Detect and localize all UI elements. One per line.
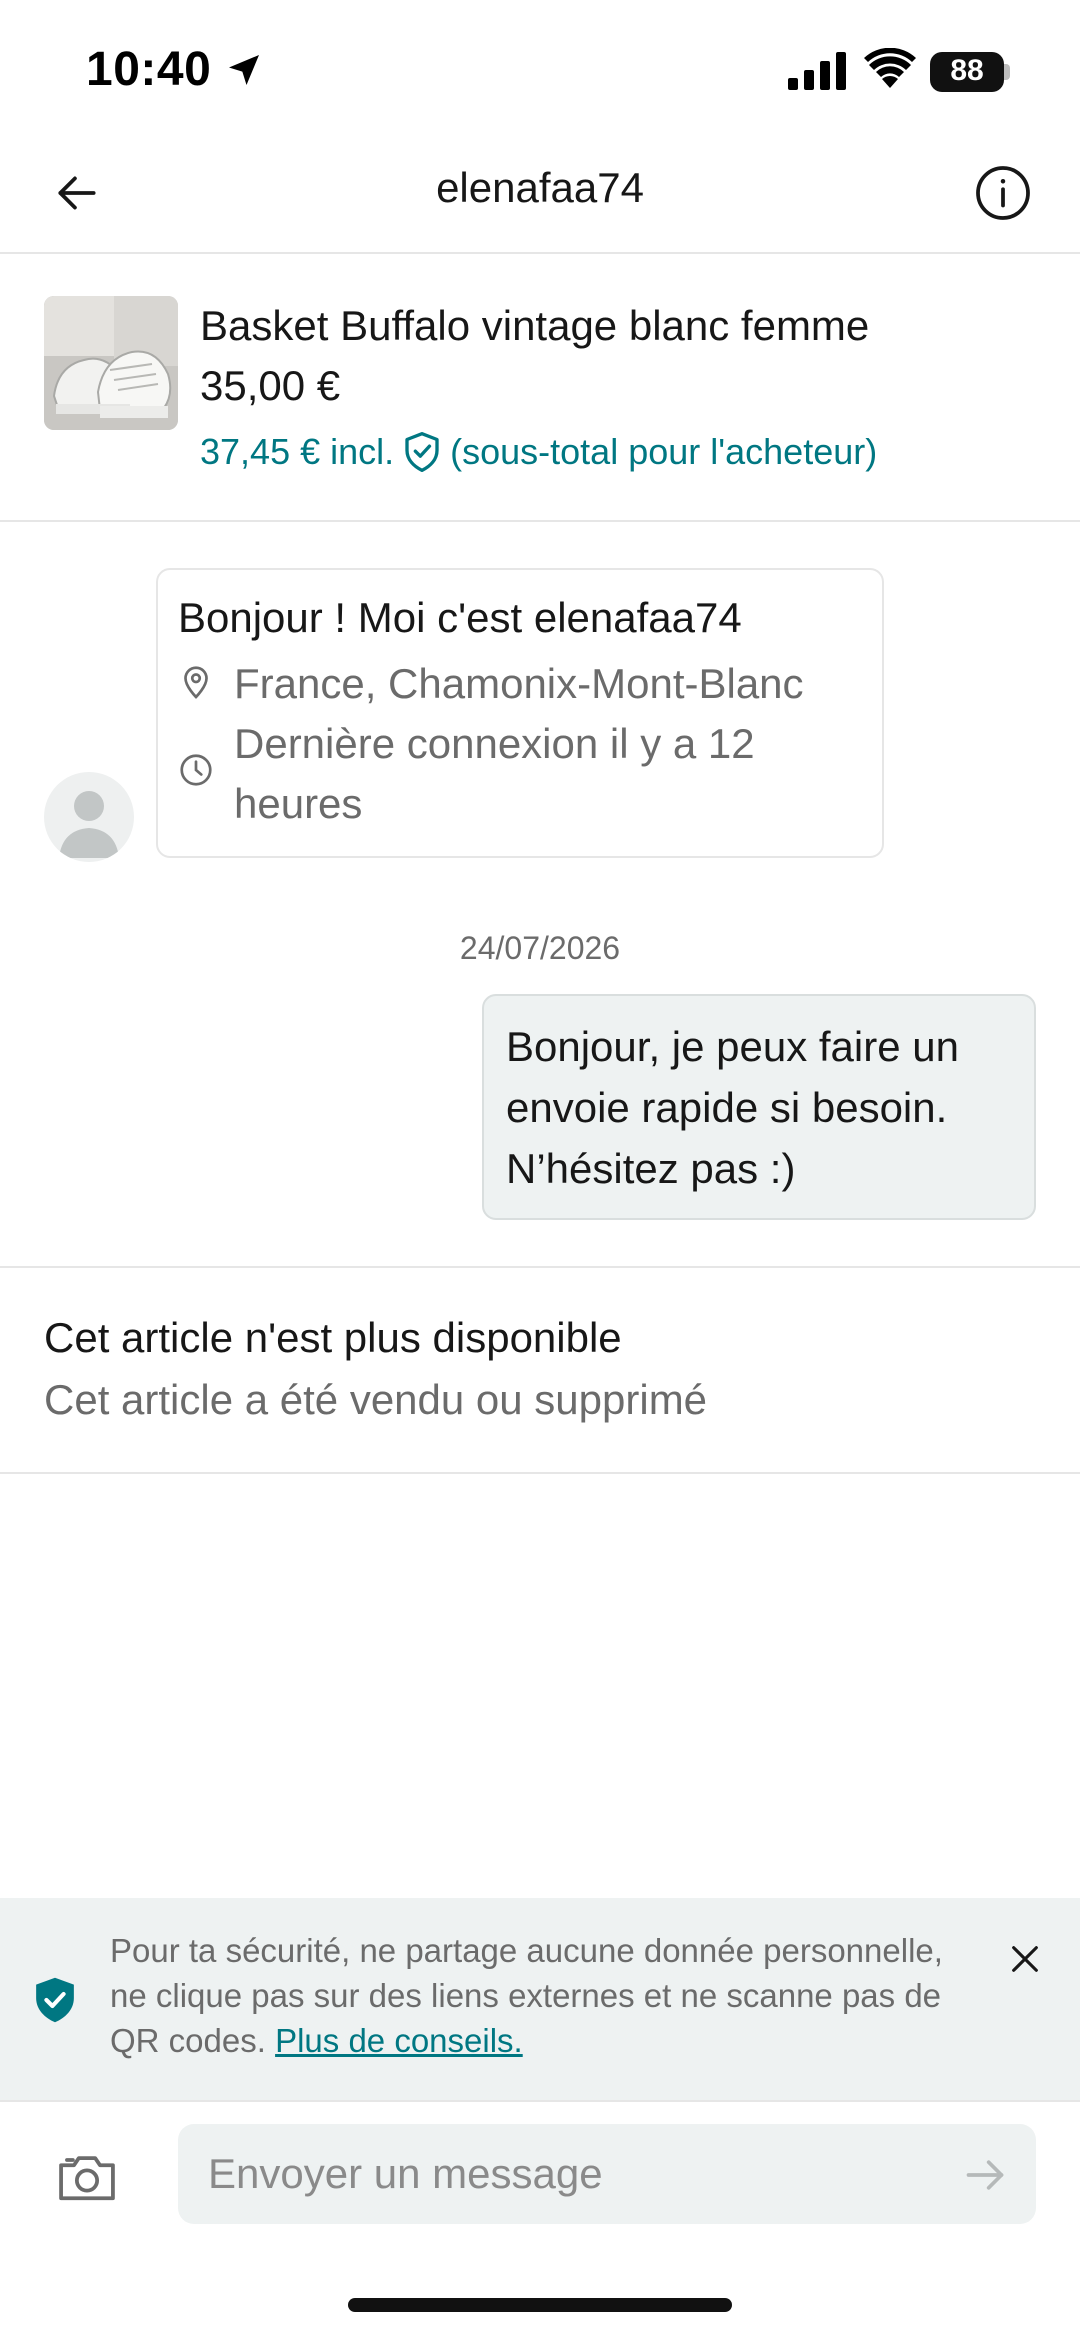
item-summary[interactable]: Basket Buffalo vintage blanc femme 35,00… <box>0 256 1080 522</box>
buyer-price-value: 37,45 € incl. <box>200 431 395 472</box>
cellular-signal-icon <box>788 52 846 90</box>
message-bubble-outgoing[interactable]: Bonjour, je peux faire un envoie rapide … <box>482 994 1036 1220</box>
info-circle-icon <box>976 166 1030 220</box>
buyer-protection-shield-icon <box>405 431 439 472</box>
wifi-icon <box>864 48 916 88</box>
shield-check-icon <box>36 1977 74 2023</box>
chat-header: elenafaa74 <box>0 130 1080 254</box>
profile-location-row: France, Chamonix-Mont-Blanc <box>178 654 804 714</box>
safety-text: Pour ta sécurité, ne partage aucune donn… <box>110 1928 970 2063</box>
buyer-price-note: (sous-total pour l'acheteur) <box>450 431 878 472</box>
location-arrow-icon <box>229 55 259 85</box>
arrow-right-icon <box>966 2160 1004 2190</box>
battery-icon: 88 <box>930 52 1010 92</box>
message-input[interactable] <box>178 2124 1036 2224</box>
status-bar: 10:40 88 <box>0 0 1080 130</box>
safety-message: Pour ta sécurité, ne partage aucune donn… <box>110 1932 943 2059</box>
home-indicator[interactable] <box>348 2298 732 2312</box>
item-price: 35,00 € <box>200 362 341 409</box>
location-pin-icon <box>184 666 208 699</box>
close-banner-button[interactable] <box>1000 1934 1050 1984</box>
seller-profile-card: Bonjour ! Moi c'est elenafaa74 France, C… <box>156 568 884 858</box>
item-thumbnail[interactable] <box>44 296 178 430</box>
clock-icon <box>180 754 212 786</box>
profile-last-seen-row: Dernière connexion il y a 12 heures <box>178 714 858 834</box>
buyer-price[interactable]: 37,45 € incl. (sous-total pour l'acheteu… <box>200 430 877 474</box>
info-button[interactable] <box>968 158 1038 228</box>
battery-level: 88 <box>950 54 984 87</box>
close-icon <box>1012 1946 1038 1972</box>
camera-icon <box>59 2156 115 2201</box>
page-title[interactable]: elenafaa74 <box>0 164 1080 212</box>
safety-tips-link[interactable]: Plus de conseils. <box>275 2022 523 2059</box>
status-time: 10:40 <box>86 43 212 96</box>
unavailable-subtitle: Cet article a été vendu ou supprimé <box>44 1376 708 1423</box>
profile-location: France, Chamonix-Mont-Blanc <box>234 660 804 707</box>
safety-banner: Pour ta sécurité, ne partage aucune donn… <box>0 1898 1080 2100</box>
item-unavailable-notice: Cet article n'est plus disponible Cet ar… <box>0 1266 1080 1474</box>
unavailable-title: Cet article n'est plus disponible <box>44 1314 622 1361</box>
camera-button[interactable] <box>52 2142 122 2212</box>
date-separator: 24/07/2026 <box>459 930 621 966</box>
item-title[interactable]: Basket Buffalo vintage blanc femme <box>200 302 869 350</box>
profile-greeting: Bonjour ! Moi c'est elenafaa74 <box>178 594 742 641</box>
avatar[interactable] <box>44 772 134 862</box>
profile-last-seen: Dernière connexion il y a 12 heures <box>234 720 755 827</box>
send-button[interactable] <box>958 2148 1012 2202</box>
